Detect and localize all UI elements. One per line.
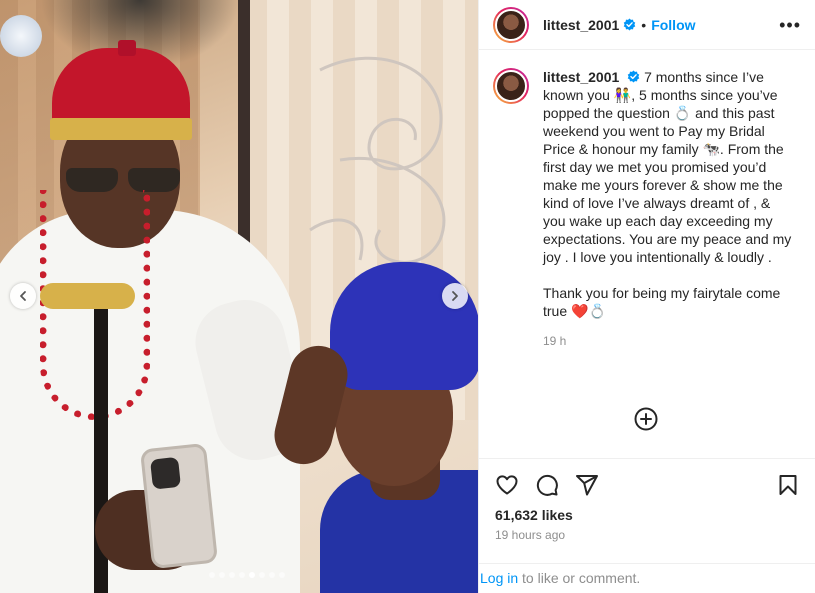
caption-text: littest_2001 7 months since I’ve known y… [543, 68, 793, 338]
carousel-dot [279, 572, 285, 578]
login-prompt-text: to like or comment. [518, 570, 641, 586]
caption-avatar[interactable] [493, 68, 529, 104]
post-actions: 61,632 likes 19 hours ago Log in to like… [479, 458, 815, 593]
carousel-dot [239, 572, 245, 578]
login-prompt: Log in to like or comment. [479, 563, 815, 593]
chevron-left-icon [20, 291, 26, 301]
staff-gold-handle [40, 283, 135, 309]
cap-top [118, 40, 136, 56]
photo-swirl-decoration [309, 56, 446, 264]
follow-button[interactable]: Follow [651, 17, 695, 33]
caption-body: 7 months since I’ve known you 👫, 5 month… [543, 69, 792, 265]
carousel-dot [259, 572, 265, 578]
caption-username[interactable]: littest_2001 [543, 69, 619, 85]
heart-icon[interactable] [495, 473, 519, 497]
avatar[interactable] [493, 6, 529, 43]
photo-flower [0, 15, 42, 57]
cap-gold-band [50, 118, 192, 140]
post-header: littest_2001 • Follow ••• [479, 0, 815, 50]
blue-gele-headwrap [330, 262, 478, 390]
carousel-dot [229, 572, 235, 578]
comment-icon[interactable] [535, 473, 559, 497]
caption-closing: Thank you for being my fairytale come tr… [543, 285, 781, 319]
login-link[interactable]: Log in [480, 570, 518, 586]
post-date[interactable]: 19 hours ago [479, 523, 815, 542]
add-comment-icon[interactable] [634, 407, 658, 431]
carousel-dot [269, 572, 275, 578]
header-separator: • [641, 16, 647, 33]
carousel-prev-button[interactable] [10, 283, 36, 309]
header-username[interactable]: littest_2001 [543, 17, 619, 33]
chevron-right-icon [452, 291, 458, 301]
caption-section: littest_2001 7 months since I’ve known y… [479, 50, 815, 431]
likes-count[interactable]: 61,632 likes [479, 497, 815, 523]
carousel-dot [249, 572, 255, 578]
verified-badge-icon [624, 18, 636, 31]
action-bar [479, 459, 815, 497]
carousel-next-button[interactable] [442, 283, 468, 309]
post-photo[interactable] [0, 0, 478, 593]
verified-badge-icon [627, 70, 640, 83]
carousel-dot [209, 572, 215, 578]
caption-row: littest_2001 7 months since I’ve known y… [493, 68, 802, 338]
share-icon[interactable] [575, 473, 599, 497]
post-side-panel: littest_2001 • Follow ••• littest_2001 7… [478, 0, 815, 593]
carousel-indicator [209, 572, 285, 578]
carousel-dot [219, 572, 225, 578]
more-options-icon[interactable]: ••• [779, 16, 801, 34]
smartphone [139, 442, 219, 570]
phone-camera [150, 456, 181, 490]
bookmark-icon[interactable] [776, 473, 800, 497]
